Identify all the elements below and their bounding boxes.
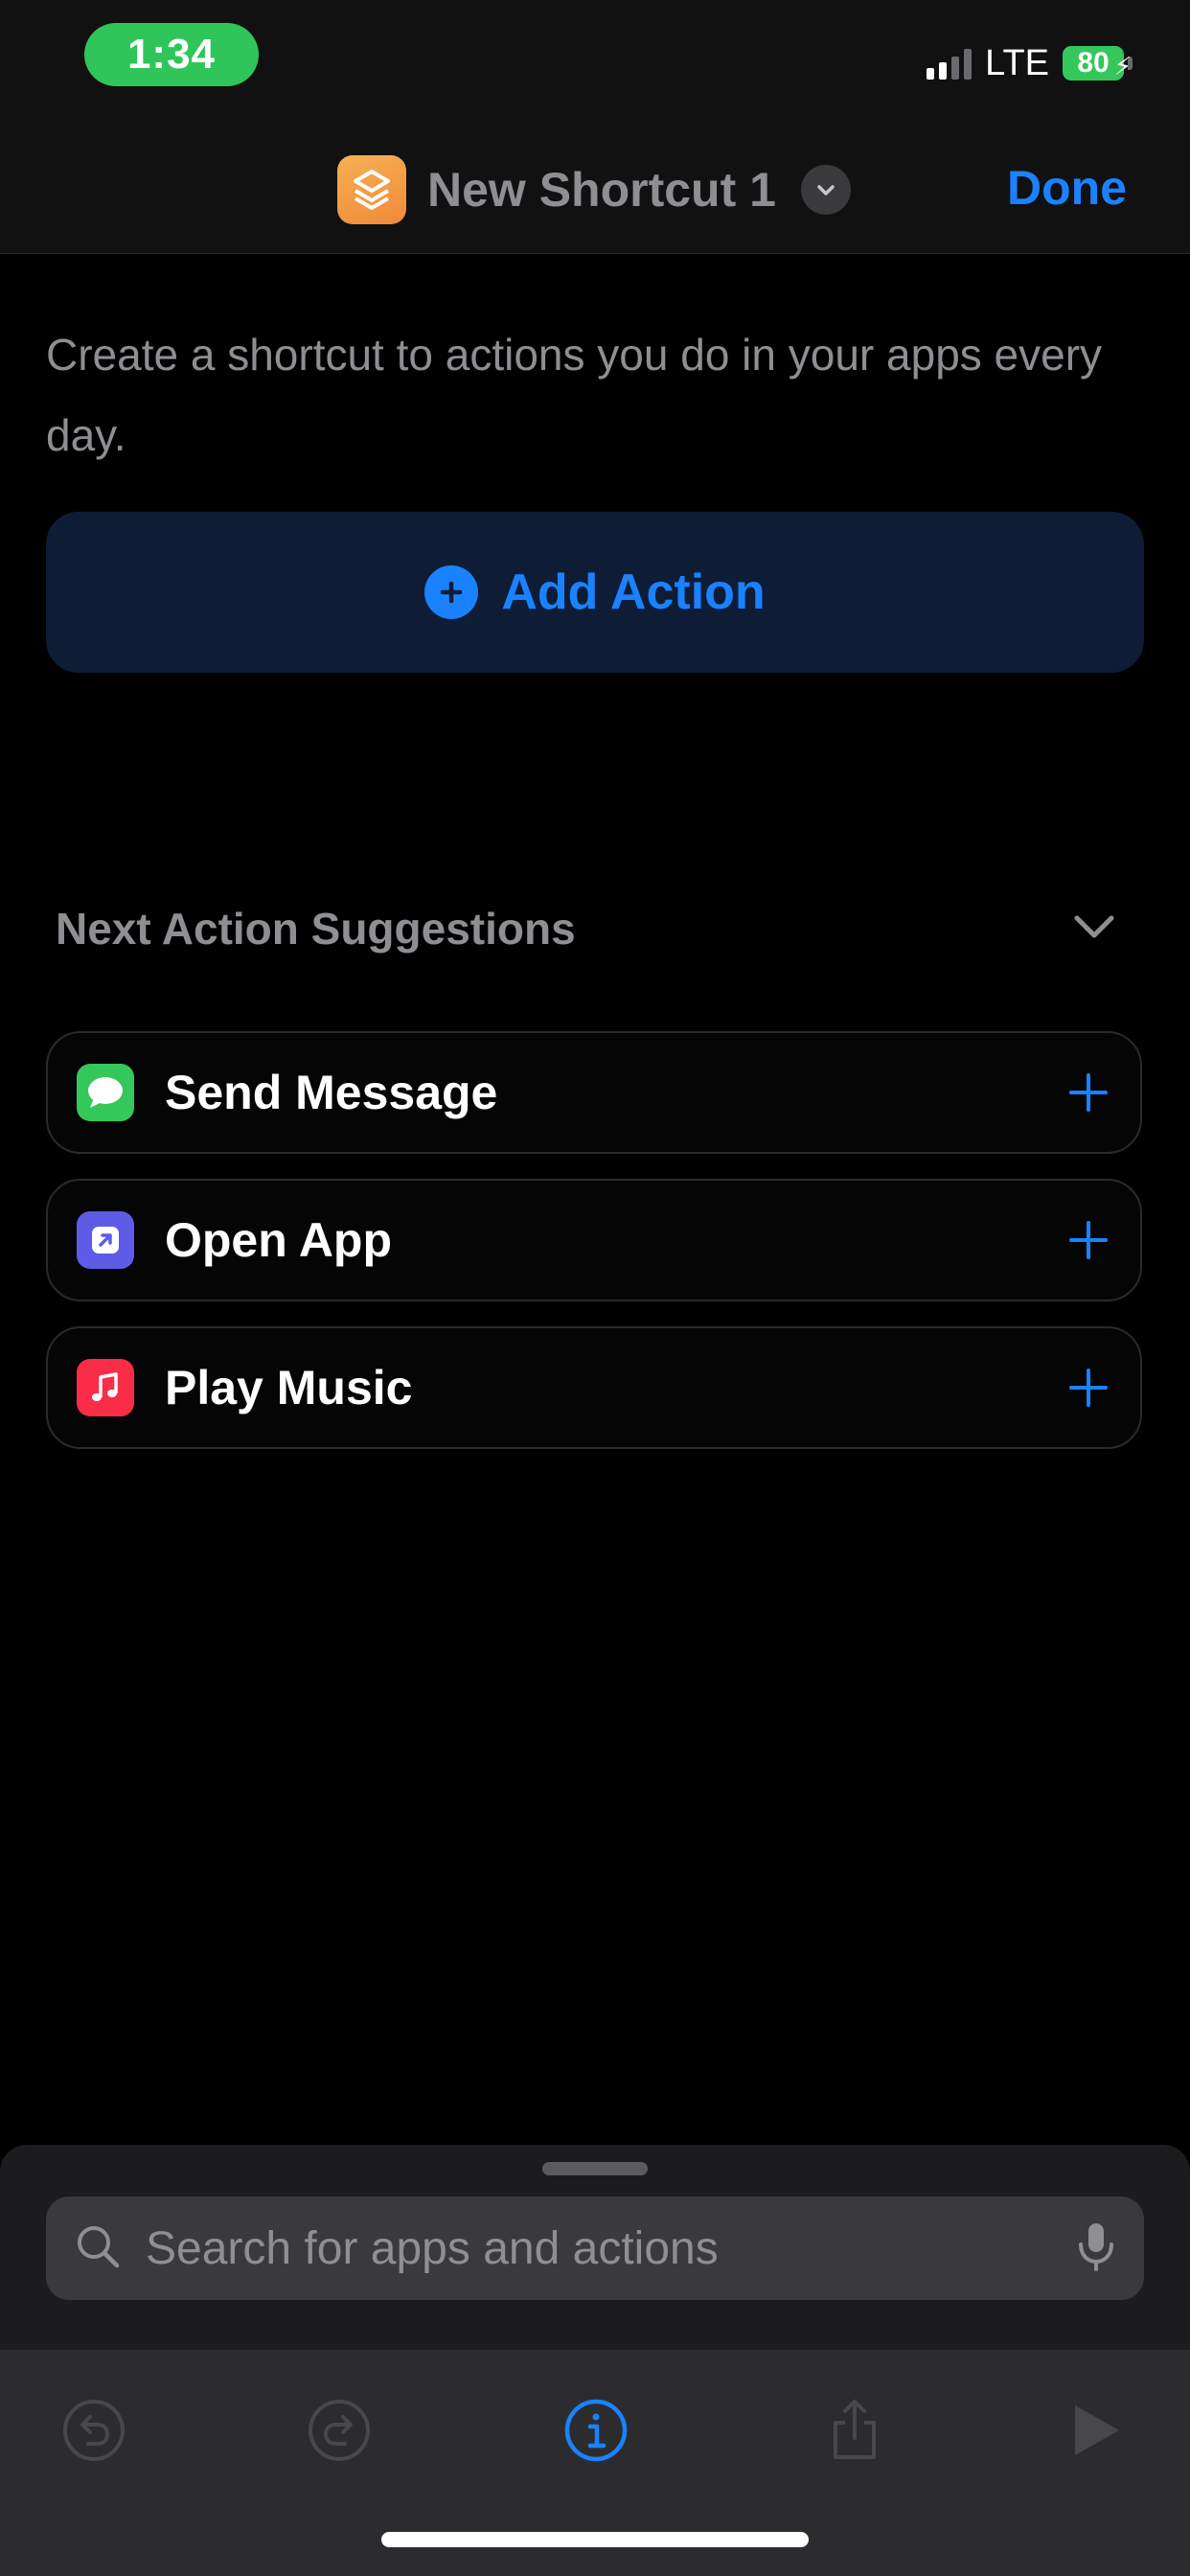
- add-action-label: Add Action: [501, 564, 766, 620]
- plus-icon[interactable]: [1065, 1070, 1111, 1116]
- shortcut-title-menu[interactable]: New Shortcut 1: [337, 153, 851, 226]
- suggestion-play-music[interactable]: Play Music: [46, 1326, 1142, 1449]
- share-icon[interactable]: [814, 2390, 895, 2471]
- chevron-down-icon[interactable]: [1069, 901, 1119, 955]
- done-button[interactable]: Done: [1001, 159, 1133, 217]
- shortcuts-icon: [337, 155, 406, 224]
- suggestion-label: Send Message: [165, 1066, 498, 1119]
- battery-level: 80: [1077, 47, 1110, 79]
- search-icon: [73, 2221, 123, 2276]
- top-bar: 1:34 LTE 80 ⚡ New Shortcut 1 Done: [0, 0, 1190, 254]
- home-indicator[interactable]: [381, 2532, 809, 2547]
- status-time[interactable]: 1:34: [84, 23, 259, 86]
- add-action-button[interactable]: Add Action: [46, 512, 1144, 673]
- search-input[interactable]: [144, 2220, 1075, 2276]
- info-icon[interactable]: [556, 2390, 636, 2471]
- plus-icon[interactable]: [1065, 1365, 1111, 1411]
- messages-icon: [77, 1064, 134, 1121]
- network-type: LTE: [985, 42, 1049, 83]
- action-search-sheet: [0, 2145, 1190, 2576]
- shortcut-title: New Shortcut 1: [427, 163, 776, 217]
- open-app-icon: [77, 1211, 134, 1269]
- search-bar[interactable]: [46, 2196, 1144, 2300]
- cellular-signal-icon: [927, 47, 973, 80]
- chevron-down-icon[interactable]: [800, 165, 851, 215]
- battery-icon: 80 ⚡: [1063, 46, 1132, 80]
- sheet-grabber[interactable]: [542, 2162, 648, 2175]
- plus-icon[interactable]: [1065, 1217, 1111, 1263]
- music-icon: [77, 1359, 134, 1416]
- suggestions-title: Next Action Suggestions: [56, 903, 576, 954]
- intro-text: Create a shortcut to actions you do in y…: [46, 330, 1103, 460]
- shortcut-editor-screen: 1:34 LTE 80 ⚡ New Shortcut 1 Done Create…: [0, 0, 1190, 2576]
- redo-icon[interactable]: [299, 2390, 379, 2471]
- undo-icon[interactable]: [54, 2390, 134, 2471]
- suggestions-header[interactable]: Next Action Suggestions: [56, 901, 1119, 955]
- status-indicators: LTE 80 ⚡: [927, 36, 1133, 90]
- microphone-icon[interactable]: [1075, 2220, 1117, 2278]
- suggestion-label: Open App: [165, 1213, 393, 1267]
- suggestion-open-app[interactable]: Open App: [46, 1179, 1142, 1301]
- suggestion-label: Play Music: [165, 1361, 413, 1414]
- play-icon[interactable]: [1054, 2390, 1134, 2471]
- plus-circle-icon: [424, 565, 479, 619]
- charging-bolt-icon: ⚡: [1113, 52, 1132, 80]
- suggestion-send-message[interactable]: Send Message: [46, 1031, 1142, 1154]
